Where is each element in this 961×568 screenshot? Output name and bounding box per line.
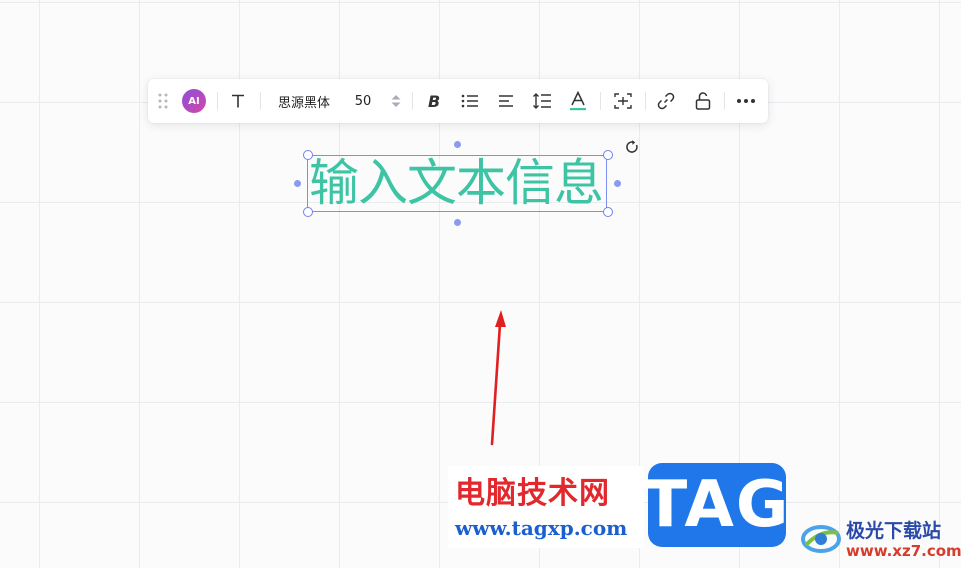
watermark-secondary-name: 极光下载站 [846, 520, 942, 542]
watermark-secondary-url: www.xz7.com [846, 542, 961, 560]
aurora-logo-icon [800, 515, 842, 561]
watermark-site-url: www.tagxp.com [455, 516, 628, 540]
watermark-tag-logo: TAG [644, 463, 788, 547]
watermark-site-name: 电脑技术网 [455, 476, 610, 511]
